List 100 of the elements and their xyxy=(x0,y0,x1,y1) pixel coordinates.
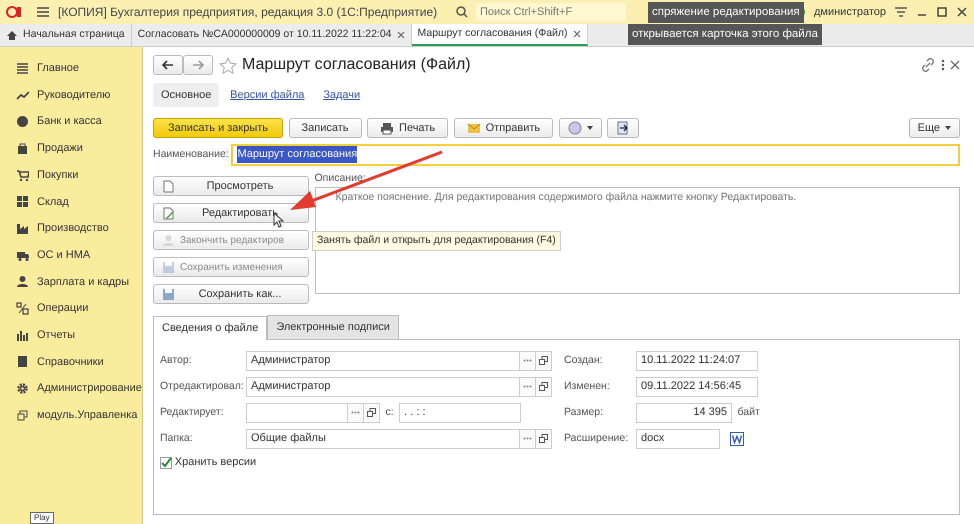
sidebar-item[interactable]: Операции xyxy=(37,300,88,317)
person-icon xyxy=(162,234,175,246)
menu-icon[interactable] xyxy=(36,6,50,18)
field-label: Изменен: xyxy=(564,378,611,394)
field-label: Создан: xyxy=(564,352,604,368)
open-tab[interactable]: Согласовать №CA000000009 от 10.11.2022 11:22:04 xyxy=(132,24,412,46)
star-icon[interactable] xyxy=(218,56,236,74)
book-icon xyxy=(16,355,29,368)
sidebar-item[interactable]: ОС и НМА xyxy=(37,246,90,264)
search-icon xyxy=(456,6,468,18)
windows-icon xyxy=(539,434,548,443)
circle-icon xyxy=(568,121,582,135)
back-arrow-icon xyxy=(162,60,174,70)
section-tab[interactable]: Задачи xyxy=(315,82,368,107)
more-button[interactable]: Еще xyxy=(908,118,960,138)
factory-icon xyxy=(16,222,29,235)
open-button[interactable] xyxy=(536,350,552,370)
toolbar-button[interactable]: Записать и закрыть xyxy=(153,118,284,138)
sidebar-item[interactable]: модуль.Управленка xyxy=(37,407,138,424)
file-action-button[interactable]: Сохранить как... xyxy=(153,284,309,304)
text-field[interactable]: 09.11.2022 14:56:45 xyxy=(636,376,758,396)
text-field[interactable]: Общие файлы xyxy=(246,428,520,448)
text-field[interactable]: Администратор xyxy=(246,350,520,370)
checkbox[interactable] xyxy=(160,456,172,468)
sidebar-item[interactable]: Руководителю xyxy=(37,86,110,104)
section-tab[interactable]: Версии файла xyxy=(222,82,312,107)
sidebar-item[interactable]: Банк и касса xyxy=(37,113,102,130)
circle-menu-button[interactable] xyxy=(558,118,602,138)
sidebar-item[interactable]: Склад xyxy=(37,194,69,210)
grid-icon xyxy=(16,195,29,208)
open-button[interactable] xyxy=(536,376,552,396)
field-label: Автор: xyxy=(160,352,193,368)
search-field[interactable]: Поиск Ctrl+Shift+F xyxy=(476,3,626,21)
caption-tooltip: открывается карточка этого файла xyxy=(628,24,822,46)
toolbar-button[interactable]: Отправить xyxy=(454,118,554,138)
bag-icon xyxy=(16,142,29,155)
sidebar-item[interactable]: Отчеты xyxy=(37,326,76,344)
more-icon[interactable] xyxy=(940,59,944,71)
word-document-icon xyxy=(730,432,744,446)
field-label: Наименование: xyxy=(153,146,229,162)
form-title: Маршрут согласования (Файл) xyxy=(242,55,472,75)
sidebar-item[interactable]: Главное xyxy=(37,60,80,77)
windows-icon xyxy=(539,382,548,391)
info-tab[interactable]: Электронные подписи xyxy=(267,315,399,338)
text-field[interactable] xyxy=(246,402,348,422)
field-label: с: xyxy=(386,404,394,420)
back-button[interactable] xyxy=(153,55,183,75)
windows-icon xyxy=(16,408,29,422)
settings-icon[interactable] xyxy=(894,6,908,18)
open-button[interactable] xyxy=(536,428,552,448)
windows-icon xyxy=(367,408,376,417)
close-icon[interactable] xyxy=(396,31,405,39)
sidebar-item[interactable]: Зарплата и кадры xyxy=(37,274,130,290)
file-action-button[interactable]: Редактировать xyxy=(153,203,309,223)
section-tab[interactable]: Основное xyxy=(153,82,220,107)
sidebar-item[interactable]: Администрирование xyxy=(37,380,142,397)
name-field[interactable]: Маршрут согласования xyxy=(231,144,960,166)
user-name: дминистратор xyxy=(814,4,886,20)
dots-icon xyxy=(351,411,360,414)
cart-icon xyxy=(16,168,29,182)
floppy-icon xyxy=(162,288,175,300)
date-field[interactable]: . . : : xyxy=(399,402,522,422)
open-tab[interactable]: Маршрут согласования (Файл) xyxy=(412,24,588,46)
text-field[interactable]: Администратор xyxy=(246,376,520,396)
dots-icon xyxy=(523,437,532,440)
sidebar-item[interactable]: Производство xyxy=(37,220,109,237)
info-tab[interactable]: Сведения о файле xyxy=(153,316,268,340)
person-icon xyxy=(16,275,29,288)
home-icon xyxy=(6,30,18,40)
close-icon[interactable] xyxy=(950,60,960,70)
pencil-icon xyxy=(162,206,175,220)
bar-chart-icon xyxy=(16,328,29,342)
toolbar-button[interactable]: Печать xyxy=(367,118,448,138)
coin-icon xyxy=(16,115,29,128)
envelope-icon xyxy=(466,122,481,134)
forward-arrow-icon xyxy=(192,60,204,70)
file-action-button[interactable]: Просмотреть xyxy=(153,176,309,196)
text-field[interactable]: 14 395 xyxy=(636,402,732,422)
sidebar-item[interactable]: Справочники xyxy=(37,354,104,370)
field-label: Расширение: xyxy=(564,430,630,446)
link-icon[interactable] xyxy=(921,58,935,72)
checkbox-label: Хранить версии xyxy=(174,455,256,470)
sidebar-item[interactable]: Покупки xyxy=(37,166,78,184)
lines-icon xyxy=(16,62,29,75)
unit-label: байт xyxy=(738,404,760,420)
close-icon[interactable] xyxy=(956,6,968,18)
field-label: Папка: xyxy=(160,430,194,446)
export-button[interactable] xyxy=(607,118,640,138)
text-field[interactable]: docx xyxy=(636,428,720,448)
field-label: Описание: xyxy=(314,171,367,186)
caption-tooltip: спряжение редактирования xyxy=(648,2,804,24)
close-icon[interactable] xyxy=(572,30,581,38)
caret-icon xyxy=(586,126,593,130)
sidebar-item[interactable]: Продажи xyxy=(37,140,83,157)
dots-icon xyxy=(523,359,532,362)
printer-icon xyxy=(380,122,394,134)
maximize-icon[interactable] xyxy=(936,6,948,18)
open-button[interactable] xyxy=(364,402,380,422)
toolbar-button[interactable]: Записать xyxy=(288,118,362,138)
text-field[interactable]: 10.11.2022 11:24:07 xyxy=(636,350,758,370)
